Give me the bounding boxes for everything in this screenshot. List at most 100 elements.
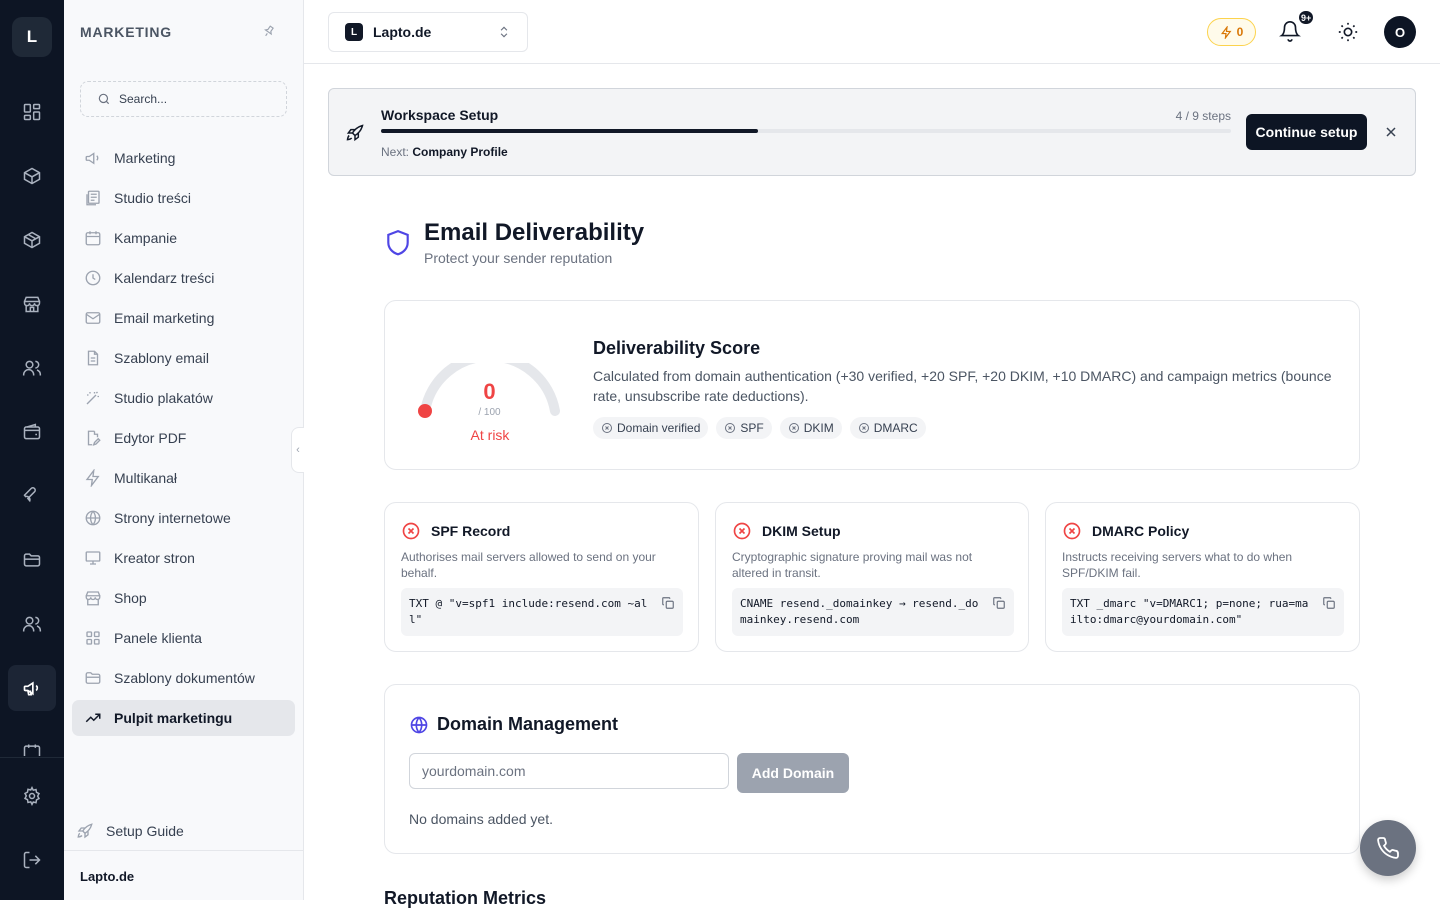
record-title: DKIM Setup [762, 523, 841, 539]
file-text-icon [87, 350, 99, 366]
folder-icon[interactable] [12, 540, 52, 580]
sidebar-item-pulpit[interactable]: Pulpit marketingu [72, 700, 295, 736]
monitor-icon [85, 551, 101, 565]
sun-icon[interactable] [1337, 21, 1359, 43]
avatar[interactable]: O [1384, 16, 1416, 48]
bell-icon[interactable] [1279, 20, 1301, 42]
sidebar-search[interactable]: Search... [80, 81, 287, 117]
credits-badge[interactable]: 0 [1207, 18, 1256, 46]
app-rail: L [0, 0, 64, 900]
sidebar-item-studio-plakatow[interactable]: Studio plakatów [72, 380, 295, 416]
score-value: 0 [483, 379, 496, 404]
setup-guide-link[interactable]: Setup Guide [76, 822, 184, 840]
sidebar-item-panele[interactable]: Panele klienta [72, 620, 295, 656]
rail-divider [0, 757, 64, 758]
chip-dkim: DKIM [779, 417, 842, 439]
file-edit-icon [87, 430, 101, 446]
setup-next: Next: Company Profile [381, 145, 508, 159]
phone-call-button[interactable] [1360, 820, 1416, 876]
dmarc-policy-card: DMARC Policy Instructs receiving servers… [1045, 502, 1360, 652]
dkim-setup-card: DKIM Setup Cryptographic signature provi… [715, 502, 1029, 652]
sidebar-item-multikanal[interactable]: Multikanał [72, 460, 295, 496]
sidebar-item-label: Kalendarz treści [114, 270, 215, 286]
logout-icon[interactable] [12, 840, 52, 880]
users-icon[interactable] [12, 348, 52, 388]
x-circle-icon [788, 423, 799, 433]
topbar: L Lapto.de 0 9+ O [304, 0, 1440, 64]
close-icon[interactable] [1383, 124, 1399, 140]
wand-icon [86, 391, 99, 405]
globe-icon [85, 510, 101, 526]
sidebar-item-label: Szablony dokumentów [114, 670, 255, 686]
x-circle-icon [602, 423, 612, 433]
notification-count-badge: 9+ [1297, 9, 1316, 26]
chip-domain-verified: Domain verified [593, 417, 709, 439]
sidebar-item-label: Panele klienta [114, 630, 202, 646]
sidebar-item-label: Edytor PDF [114, 430, 187, 446]
app-logo[interactable]: L [12, 17, 52, 57]
copy-icon[interactable] [992, 596, 1006, 610]
sidebar: MARKETING Search... Marketing Studio tre… [64, 0, 304, 900]
search-icon [97, 92, 111, 106]
deliverability-score-card: 0 / 100 At risk Deliverability Score Cal… [384, 300, 1360, 470]
record-code[interactable]: CNAME resend._domainkey → resend._domain… [732, 588, 1014, 636]
sidebar-item-edytor-pdf[interactable]: Edytor PDF [72, 420, 295, 456]
rocket-icon [345, 123, 365, 143]
add-domain-button[interactable]: Add Domain [737, 753, 849, 793]
sidebar-item-label: Studio treści [114, 190, 192, 206]
record-code[interactable]: TXT _dmarc "v=DMARC1; p=none; rua=mailto… [1062, 588, 1344, 636]
settings-icon[interactable] [12, 776, 52, 816]
workspace-select[interactable]: L Lapto.de [328, 12, 528, 52]
globe-icon [410, 716, 428, 733]
zap-icon [1220, 25, 1233, 39]
sidebar-item-marketing[interactable]: Marketing [72, 140, 295, 176]
x-circle-icon [1063, 522, 1081, 540]
sidebar-item-kalendarz[interactable]: Kalendarz treści [72, 260, 295, 296]
sidebar-item-strony[interactable]: Strony internetowe [72, 500, 295, 536]
pin-icon[interactable] [262, 24, 276, 38]
shield-icon [385, 229, 411, 257]
package-icon[interactable] [12, 220, 52, 260]
grid-icon [86, 631, 100, 645]
score-max: / 100 [478, 407, 501, 418]
copy-icon[interactable] [661, 596, 675, 610]
record-title: SPF Record [431, 523, 511, 539]
sidebar-item-shop[interactable]: Shop [72, 580, 295, 616]
megaphone-icon[interactable] [8, 665, 56, 711]
sidebar-item-szablony-dokumentow[interactable]: Szablony dokumentów [72, 660, 295, 696]
rocket-icon [77, 823, 93, 839]
record-description: Instructs receiving servers what to do w… [1062, 550, 1293, 580]
team-icon[interactable] [12, 604, 52, 644]
dashboard-icon[interactable] [12, 92, 52, 132]
calendar-icon[interactable] [12, 732, 52, 756]
copy-icon[interactable] [1322, 596, 1336, 610]
store-icon[interactable] [12, 284, 52, 324]
workspace-setup-banner: Workspace Setup 4 / 9 steps Next: Compan… [328, 88, 1416, 176]
trending-up-icon [85, 713, 101, 723]
setup-guide-label: Setup Guide [106, 823, 184, 839]
chevron-up-down-icon [497, 25, 511, 39]
wrench-icon[interactable] [12, 476, 52, 516]
sidebar-footer: Lapto.de [64, 850, 303, 900]
sidebar-item-email-marketing[interactable]: Email marketing [72, 300, 295, 336]
sidebar-item-kreator[interactable]: Kreator stron [72, 540, 295, 576]
sidebar-item-szablony-email[interactable]: Szablony email [72, 340, 295, 376]
box-icon[interactable] [12, 156, 52, 196]
megaphone-icon [85, 152, 99, 165]
score-title: Deliverability Score [593, 338, 761, 358]
sidebar-item-label: Pulpit marketingu [114, 710, 233, 726]
auth-chips: Domain verified SPF DKIM DMARC [593, 417, 926, 439]
credits-count: 0 [1236, 25, 1244, 39]
sidebar-item-kampanie[interactable]: Kampanie [72, 220, 295, 256]
wallet-icon[interactable] [12, 412, 52, 452]
record-code[interactable]: TXT @ "v=spf1 include:resend.com ~all" [401, 588, 683, 636]
sidebar-item-label: Multikanał [114, 470, 178, 486]
setup-progress-fill [381, 129, 759, 133]
sidebar-collapse-handle[interactable]: ‹ [291, 427, 304, 473]
continue-setup-button[interactable]: Continue setup [1246, 114, 1367, 150]
domain-input[interactable] [409, 753, 729, 789]
sidebar-item-studio-tresci[interactable]: Studio treści [72, 180, 295, 216]
record-description: Authorises mail servers allowed to send … [401, 550, 656, 580]
folder-icon [85, 672, 101, 684]
score-description: Calculated from domain authentication (+… [593, 368, 1332, 404]
